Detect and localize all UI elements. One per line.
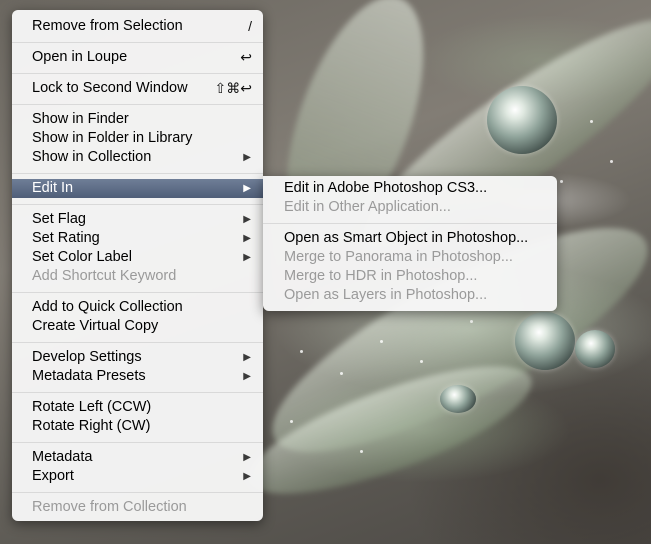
dew-speck <box>610 160 613 163</box>
water-droplet <box>575 330 615 368</box>
menu-separator <box>12 292 263 293</box>
menu-item-label: Set Rating <box>32 230 100 246</box>
submenu-item-open-as-layers: Open as Layers in Photoshop... <box>263 286 557 305</box>
menu-item-label: Rotate Right (CW) <box>32 418 151 434</box>
submenu-item-edit-in-photoshop-cs3[interactable]: Edit in Adobe Photoshop CS3... <box>263 179 557 198</box>
menu-item-develop-settings[interactable]: Develop Settings ▶ <box>12 348 263 367</box>
shortcut-slash: / <box>248 18 252 34</box>
menu-separator <box>12 204 263 205</box>
menu-item-metadata[interactable]: Metadata ▶ <box>12 448 263 467</box>
menu-item-set-rating[interactable]: Set Rating ▶ <box>12 229 263 248</box>
menu-item-label: Metadata <box>32 449 93 465</box>
menu-item-add-to-quick-collection[interactable]: Add to Quick Collection <box>12 298 263 317</box>
submenu-arrow-icon: ▶ <box>243 352 251 363</box>
menu-item-create-virtual-copy[interactable]: Create Virtual Copy <box>12 317 263 336</box>
menu-item-label: Metadata Presets <box>32 368 146 384</box>
submenu-item-open-as-smart-object[interactable]: Open as Smart Object in Photoshop... <box>263 229 557 248</box>
dew-speck <box>380 340 383 343</box>
dew-speck <box>560 180 563 183</box>
menu-item-label: Remove from Collection <box>32 499 187 515</box>
submenu-item-label: Edit in Adobe Photoshop CS3... <box>284 180 488 196</box>
menu-item-label: Develop Settings <box>32 349 142 365</box>
water-droplet <box>440 385 476 413</box>
submenu-arrow-icon: ▶ <box>243 152 251 163</box>
return-key-icon: ↩ <box>240 49 252 65</box>
submenu-item-label: Merge to Panorama in Photoshop... <box>284 249 513 265</box>
submenu-arrow-icon: ▶ <box>243 452 251 463</box>
submenu-arrow-icon: ▶ <box>243 252 251 263</box>
menu-item-show-in-collection[interactable]: Show in Collection ▶ <box>12 148 263 167</box>
context-menu: Remove from Selection / Open in Loupe ↩ … <box>12 10 263 521</box>
menu-separator <box>12 173 263 174</box>
submenu-item-merge-to-panorama: Merge to Panorama in Photoshop... <box>263 248 557 267</box>
dew-speck <box>420 360 423 363</box>
submenu-arrow-icon: ▶ <box>243 233 251 244</box>
submenu-arrow-icon: ▶ <box>243 214 251 225</box>
water-droplet <box>487 86 557 154</box>
submenu-arrow-icon: ▶ <box>243 471 251 482</box>
menu-separator <box>12 42 263 43</box>
menu-item-label: Remove from Selection <box>32 18 183 34</box>
menu-item-edit-in[interactable]: Edit In ▶ <box>12 179 263 198</box>
edit-in-submenu: Edit in Adobe Photoshop CS3... Edit in O… <box>263 176 557 311</box>
menu-separator <box>12 492 263 493</box>
menu-separator <box>12 442 263 443</box>
dew-speck <box>340 372 343 375</box>
submenu-arrow-icon: ▶ <box>243 183 251 194</box>
menu-item-open-in-loupe[interactable]: Open in Loupe ↩ <box>12 48 263 67</box>
menu-item-add-shortcut-keyword: Add Shortcut Keyword <box>12 267 263 286</box>
menu-item-rotate-left[interactable]: Rotate Left (CCW) <box>12 398 263 417</box>
menu-item-label: Show in Finder <box>32 111 129 127</box>
menu-item-label: Export <box>32 468 74 484</box>
menu-item-set-color-label[interactable]: Set Color Label ▶ <box>12 248 263 267</box>
menu-item-lock-to-second-window[interactable]: Lock to Second Window ⇧⌘↩ <box>12 79 263 98</box>
submenu-item-merge-to-hdr: Merge to HDR in Photoshop... <box>263 267 557 286</box>
menu-separator <box>12 392 263 393</box>
menu-item-label: Set Color Label <box>32 249 132 265</box>
dew-speck <box>300 350 303 353</box>
menu-item-label: Add Shortcut Keyword <box>32 268 177 284</box>
menu-item-label: Edit In <box>32 180 74 196</box>
water-droplet <box>515 312 575 370</box>
menu-item-label: Rotate Left (CCW) <box>32 399 152 415</box>
menu-item-label: Show in Folder in Library <box>32 130 193 146</box>
menu-item-show-in-finder[interactable]: Show in Finder <box>12 110 263 129</box>
submenu-item-label: Merge to HDR in Photoshop... <box>284 268 478 284</box>
submenu-item-label: Open as Layers in Photoshop... <box>284 287 488 303</box>
menu-item-show-in-folder-in-library[interactable]: Show in Folder in Library <box>12 129 263 148</box>
menu-item-set-flag[interactable]: Set Flag ▶ <box>12 210 263 229</box>
menu-item-label: Create Virtual Copy <box>32 318 159 334</box>
menu-separator <box>12 73 263 74</box>
menu-item-label: Lock to Second Window <box>32 80 188 96</box>
submenu-item-label: Edit in Other Application... <box>284 199 451 215</box>
dew-speck <box>470 320 473 323</box>
dew-speck <box>360 450 363 453</box>
menu-item-rotate-right[interactable]: Rotate Right (CW) <box>12 417 263 436</box>
menu-item-metadata-presets[interactable]: Metadata Presets ▶ <box>12 367 263 386</box>
menu-separator <box>12 342 263 343</box>
submenu-item-label: Open as Smart Object in Photoshop... <box>284 230 529 246</box>
menu-item-label: Set Flag <box>32 211 86 227</box>
menu-separator <box>12 104 263 105</box>
submenu-arrow-icon: ▶ <box>243 371 251 382</box>
menu-item-label: Open in Loupe <box>32 49 128 65</box>
menu-item-label: Add to Quick Collection <box>32 299 183 315</box>
dew-speck <box>590 120 593 123</box>
menu-item-remove-from-collection: Remove from Collection <box>12 498 263 517</box>
menu-separator <box>263 223 557 224</box>
shift-command-return-icon: ⇧⌘↩ <box>214 80 252 96</box>
menu-item-remove-from-selection[interactable]: Remove from Selection / <box>12 17 263 36</box>
dew-speck <box>290 420 293 423</box>
submenu-item-edit-in-other-application: Edit in Other Application... <box>263 198 557 217</box>
menu-item-export[interactable]: Export ▶ <box>12 467 263 486</box>
menu-item-label: Show in Collection <box>32 149 152 165</box>
